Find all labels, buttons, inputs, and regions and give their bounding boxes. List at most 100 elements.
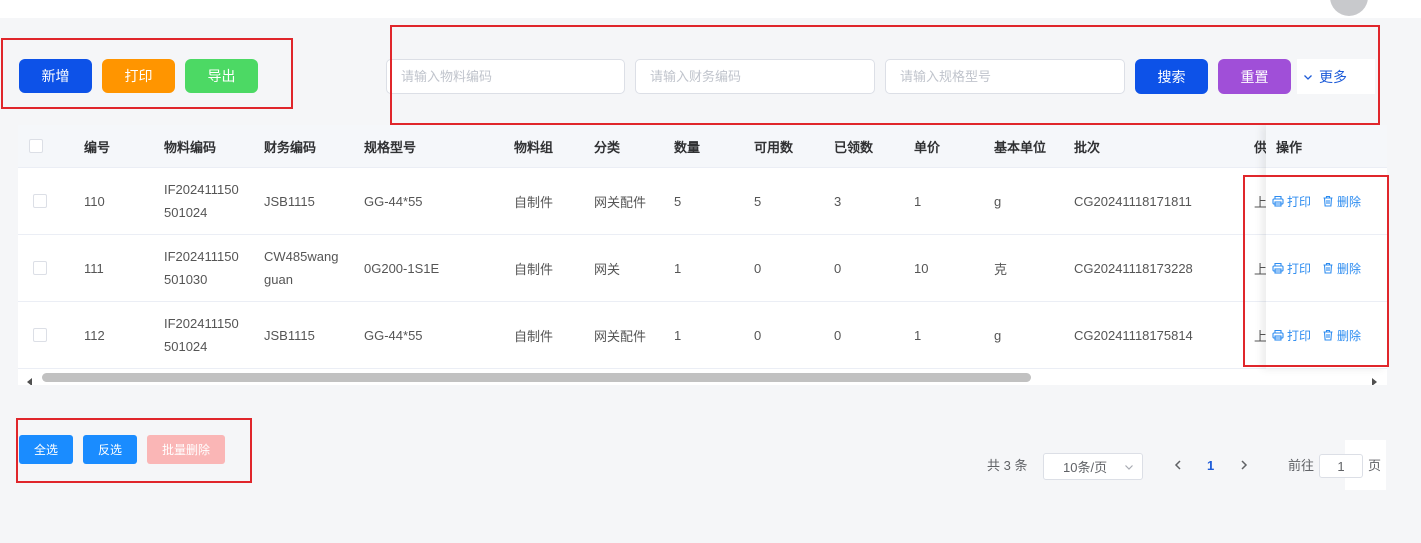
row-delete-button[interactable]: 删除: [1322, 260, 1361, 277]
row-checkbox[interactable]: [33, 328, 47, 342]
row-print-button[interactable]: 打印: [1272, 193, 1311, 210]
received-cell: 0: [834, 327, 842, 343]
column-header-actions: 操作: [1266, 125, 1387, 168]
spec-search-input[interactable]: [885, 59, 1125, 94]
actions-column-body: 打印 删除 打印 删除 打印 删除: [1266, 168, 1387, 369]
material-code-cell: IF202411150501024: [164, 182, 239, 220]
column-header-id: 编号: [84, 139, 111, 155]
row-delete-label: 删除: [1337, 261, 1362, 276]
table-row: 110 IF202411150501024 JSB1115 GG-44*55 自制件 网关…: [18, 168, 1387, 235]
category-cell: 网关配件: [594, 194, 647, 210]
quantity-cell: 5: [674, 193, 682, 209]
spec-cell: GG-44*55: [364, 327, 423, 343]
add-button[interactable]: 新增: [19, 59, 92, 93]
header-checkbox-cell: [18, 125, 74, 167]
id-cell: 110: [84, 193, 105, 209]
column-header-quantity: 数量: [674, 139, 701, 155]
finance-code-cell: JSB1115: [264, 327, 315, 343]
column-header-received: 已领数: [834, 139, 874, 155]
printer-icon: [1272, 262, 1284, 274]
batch-cell: CG20241118171811: [1074, 193, 1192, 209]
category-cell: 网关配件: [594, 328, 647, 344]
available-cell: 5: [754, 193, 762, 209]
row-delete-label: 删除: [1337, 194, 1362, 209]
column-header-batch: 批次: [1074, 139, 1101, 155]
reset-button[interactable]: 重置: [1218, 59, 1291, 94]
scrollbar-thumb[interactable]: [42, 373, 1031, 382]
column-header-material-code: 物料编码: [164, 139, 217, 155]
table-row: 111 IF202411150501030 CW485wangguan 0G200-1…: [18, 235, 1387, 302]
row-delete-label: 删除: [1337, 328, 1362, 343]
material-group-cell: 自制件: [514, 261, 554, 277]
pagination-total: 共 3 条: [987, 458, 1028, 473]
finance-code-cell: CW485wangguan: [264, 249, 339, 287]
batch-delete-button[interactable]: 批量删除: [147, 435, 225, 464]
available-cell: 0: [754, 327, 762, 343]
more-filters-button[interactable]: 更多: [1297, 59, 1375, 94]
batch-cell: CG20241118175814: [1074, 327, 1193, 343]
row-checkbox[interactable]: [33, 194, 47, 208]
page-size-value: 10条/页: [1063, 460, 1108, 475]
next-page-button[interactable]: [1239, 459, 1249, 471]
top-header: [0, 0, 1421, 18]
column-header-finance-code: 财务编码: [264, 139, 317, 155]
avatar[interactable]: [1330, 0, 1368, 16]
finance-code-search-input[interactable]: [635, 59, 875, 94]
select-all-button[interactable]: 全选: [19, 435, 73, 464]
row-print-label: 打印: [1287, 261, 1312, 276]
row-print-button[interactable]: 打印: [1272, 260, 1311, 277]
column-header-unit-price: 单价: [914, 139, 941, 155]
page-number-current[interactable]: 1: [1207, 458, 1214, 473]
goto-page-label: 前往: [1288, 458, 1315, 473]
chevron-down-icon: [1303, 72, 1313, 82]
batch-cell: CG20241118173228: [1074, 260, 1193, 276]
more-filters-label: 更多: [1319, 68, 1347, 85]
row-print-button[interactable]: 打印: [1272, 327, 1311, 344]
unit-price-cell: 10: [914, 260, 929, 276]
row-checkbox-cell: [18, 235, 74, 301]
material-code-cell: IF202411150501030: [164, 249, 239, 287]
row-checkbox-cell: [18, 168, 74, 234]
material-code-cell: IF202411150501024: [164, 316, 239, 354]
scroll-left-arrow-icon[interactable]: [27, 373, 33, 385]
row-checkbox[interactable]: [33, 261, 47, 275]
trash-icon: [1323, 262, 1333, 274]
row-print-label: 打印: [1287, 194, 1312, 209]
chevron-left-icon: [1174, 460, 1181, 470]
search-button[interactable]: 搜索: [1135, 59, 1208, 94]
column-header-spec: 规格型号: [364, 139, 417, 155]
row-delete-button[interactable]: 删除: [1322, 193, 1361, 210]
actions-column: 操作 打印 删除 打印 删除 打印 删除: [1266, 125, 1387, 369]
trash-icon: [1323, 329, 1333, 341]
received-cell: 0: [834, 260, 842, 276]
print-button[interactable]: 打印: [102, 59, 175, 93]
page-size-select[interactable]: 10条/页: [1043, 453, 1143, 480]
printer-icon: [1272, 195, 1284, 207]
header-select-all-checkbox[interactable]: [29, 139, 43, 153]
prev-page-button[interactable]: [1173, 459, 1183, 471]
material-group-cell: 自制件: [514, 194, 554, 210]
row-delete-button[interactable]: 删除: [1322, 327, 1361, 344]
quantity-cell: 1: [674, 327, 682, 343]
row-actions-cell: 打印 删除: [1266, 302, 1387, 369]
spec-cell: GG-44*55: [364, 193, 423, 209]
row-print-label: 打印: [1287, 328, 1312, 343]
column-header-material-group: 物料组: [514, 139, 554, 155]
base-unit-cell: g: [994, 327, 1002, 343]
base-unit-cell: g: [994, 193, 1002, 209]
column-header-base-unit: 基本单位: [994, 139, 1047, 155]
category-cell: 网关: [594, 261, 621, 277]
table-row: 112 IF202411150501024 JSB1115 GG-44*55 自制件 网关…: [18, 302, 1387, 369]
material-code-search-input[interactable]: [386, 59, 625, 94]
id-cell: 111: [84, 260, 104, 276]
quantity-cell: 1: [674, 260, 682, 276]
unit-price-cell: 1: [914, 193, 922, 209]
export-button[interactable]: 导出: [185, 59, 258, 93]
column-header-available: 可用数: [754, 139, 794, 155]
invert-selection-button[interactable]: 反选: [83, 435, 137, 464]
horizontal-scrollbar[interactable]: [18, 369, 1387, 385]
goto-page-input[interactable]: [1319, 454, 1363, 478]
chevron-down-icon: [1124, 462, 1134, 472]
row-actions-cell: 打印 删除: [1266, 235, 1387, 302]
scroll-right-arrow-icon[interactable]: [1371, 373, 1377, 385]
